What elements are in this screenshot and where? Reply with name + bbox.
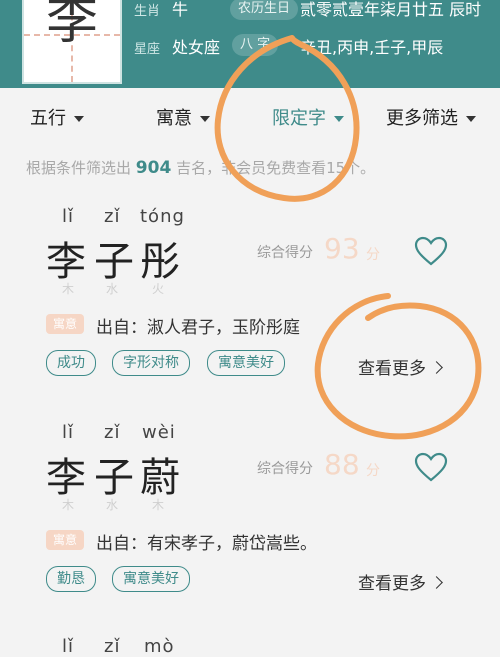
pinyin-3: tóng [140, 206, 185, 227]
summary-suffix: 吉名，非会员免费查看15个。 [176, 159, 376, 177]
result-count: 904 [135, 158, 172, 178]
name-char-1: 李 [46, 239, 86, 285]
trait-tag: 勤恳 [46, 566, 96, 592]
pinyin-3: mò [144, 636, 175, 657]
filter-wuxing-label: 五行 [30, 108, 66, 129]
app-header: 李 生肖 牛 农历生日 贰零贰壹年柒月廿五 辰时 星座 处女座 八 字 辛丑,丙… [0, 0, 500, 88]
meaning-tag: 寓意 [46, 314, 84, 334]
score-value: 93 [324, 232, 360, 265]
trait-tag: 寓意美好 [207, 350, 285, 376]
caret-down-icon [200, 116, 210, 122]
result-summary: 根据条件筛选出 904 吉名，非会员免费查看15个。 [26, 157, 375, 178]
filter-meaning[interactable]: 寓意 [156, 104, 210, 130]
meaning-tag: 寓意 [46, 530, 84, 550]
lunar-birthday-label: 农历生日 [230, 0, 299, 20]
lunar-birthday-value: 贰零贰壹年柒月廿五 辰时 [300, 0, 482, 19]
bazi-label: 八 字 [232, 34, 279, 56]
name-char-3: 彤 [140, 239, 180, 285]
zodiac-label: 生肖 [134, 4, 161, 19]
name-source: 出自：淑人君子，玉阶彤庭 [96, 318, 300, 338]
element-3: 火 [152, 282, 165, 296]
pinyin-3: wèi [142, 422, 176, 443]
pinyin-2: zǐ [104, 636, 121, 657]
name-char-1: 李 [46, 455, 86, 501]
name-char-3: 蔚 [140, 455, 180, 501]
element-3: 木 [152, 498, 165, 512]
score-unit: 分 [366, 463, 380, 479]
score-label: 综合得分 [257, 245, 313, 261]
pinyin-2: zǐ [104, 422, 121, 443]
bazi-value: 辛丑,丙申,壬子,甲辰 [300, 38, 444, 57]
star-sign-label: 星座 [134, 42, 161, 57]
favorite-heart-icon[interactable] [414, 452, 448, 482]
pinyin-1: lǐ [62, 636, 75, 657]
trait-tag: 字形对称 [112, 350, 190, 376]
caret-down-icon [334, 116, 344, 122]
filter-bar: 五行 寓意 限定字 更多筛选 [0, 98, 500, 134]
star-sign-value: 处女座 [172, 38, 221, 57]
filter-limited-char-label: 限定字 [272, 108, 326, 129]
name-source: 出自：有宋孝子，蔚岱嵩些。 [96, 534, 317, 554]
filter-meaning-label: 寓意 [156, 108, 192, 129]
element-1: 木 [62, 282, 75, 296]
caret-down-icon [74, 116, 84, 122]
chevron-right-icon [430, 575, 443, 589]
score-value: 88 [324, 448, 360, 481]
trait-tag: 成功 [46, 350, 96, 376]
element-2: 水 [106, 498, 119, 512]
pinyin-1: lǐ [62, 206, 75, 227]
element-2: 水 [106, 282, 119, 296]
score-unit: 分 [366, 247, 380, 263]
filter-wuxing[interactable]: 五行 [30, 104, 84, 130]
pinyin-1: lǐ [62, 422, 75, 443]
surname-char: 李 [45, 0, 98, 51]
score-label: 综合得分 [257, 461, 313, 477]
summary-prefix: 根据条件筛选出 [26, 159, 132, 177]
zodiac-value: 牛 [172, 0, 189, 19]
element-1: 木 [62, 498, 75, 512]
trait-tag: 寓意美好 [112, 566, 190, 592]
chevron-right-icon [430, 360, 443, 374]
pinyin-2: zǐ [104, 206, 121, 227]
filter-more-label: 更多筛选 [386, 108, 458, 129]
filter-limited-char[interactable]: 限定字 [272, 104, 344, 130]
name-char-2: 子 [94, 239, 134, 285]
name-char-2: 子 [94, 455, 134, 501]
surname-box: 李 [22, 0, 122, 84]
filter-more[interactable]: 更多筛选 [386, 104, 476, 130]
view-more-link[interactable]: 查看更多 [358, 569, 443, 594]
caret-down-icon [466, 116, 476, 122]
view-more-link[interactable]: 查看更多 [358, 354, 443, 379]
favorite-heart-icon[interactable] [414, 236, 448, 266]
view-more-label: 查看更多 [358, 359, 426, 379]
view-more-label: 查看更多 [358, 574, 426, 594]
